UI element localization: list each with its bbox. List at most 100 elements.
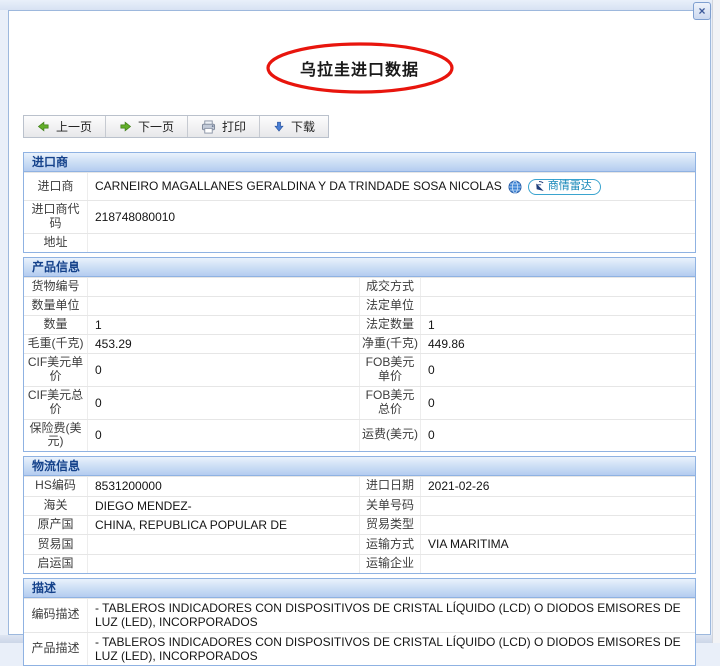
freight-value: 0 bbox=[421, 420, 695, 452]
customs-label: 海关 bbox=[24, 497, 88, 515]
download-label: 下载 bbox=[291, 118, 315, 135]
prev-page-button[interactable]: 上一页 bbox=[24, 116, 106, 137]
legal-unit-label: 法定单位 bbox=[360, 297, 421, 315]
prev-page-label: 上一页 bbox=[56, 118, 92, 135]
insurance-label: 保险费(美元) bbox=[24, 420, 88, 452]
section-description: 描述 编码描述 - TABLEROS INDICADORES CON DISPO… bbox=[23, 578, 696, 666]
cargo-no-label: 货物编号 bbox=[24, 278, 88, 296]
origin-country-value: CHINA, REPUBLICA POPULAR DE bbox=[88, 516, 360, 534]
importer-value: CARNEIRO MAGALLANES GERALDINA Y DA TRIND… bbox=[88, 173, 695, 200]
qty-label: 数量 bbox=[24, 316, 88, 334]
deal-method-label: 成交方式 bbox=[360, 278, 421, 296]
dialog-panel: 乌拉圭进口数据 上一页 下一页 打印 bbox=[8, 10, 711, 635]
section-logistics: 物流信息 HS编码 8531200000 进口日期 2021-02-26 海关 … bbox=[23, 456, 696, 574]
transport-company-value bbox=[421, 555, 695, 573]
cif-unit-price-value: 0 bbox=[88, 354, 360, 386]
net-weight-label: 净重(千克) bbox=[360, 335, 421, 353]
import-date-value: 2021-02-26 bbox=[421, 477, 695, 495]
cargo-no-value bbox=[88, 278, 360, 296]
code-description-value: - TABLEROS INDICADORES CON DISPOSITIVOS … bbox=[88, 599, 695, 632]
globe-icon[interactable] bbox=[508, 180, 522, 194]
printer-icon bbox=[201, 120, 216, 134]
transport-mode-label: 运输方式 bbox=[360, 535, 421, 553]
page-title: 乌拉圭进口数据 bbox=[300, 56, 419, 80]
freight-label: 运费(美元) bbox=[360, 420, 421, 452]
fob-total-price-value: 0 bbox=[421, 387, 695, 419]
table-row: HS编码 8531200000 进口日期 2021-02-26 bbox=[24, 476, 695, 495]
table-row: CIF美元单价 0 FOB美元单价 0 bbox=[24, 353, 695, 386]
table-row: CIF美元总价 0 FOB美元总价 0 bbox=[24, 386, 695, 419]
importer-code-label: 进口商代码 bbox=[24, 201, 88, 233]
fob-unit-price-value: 0 bbox=[421, 354, 695, 386]
legal-unit-value bbox=[421, 297, 695, 315]
address-label: 地址 bbox=[24, 234, 88, 252]
section-importer: 进口商 进口商 CARNEIRO MAGALLANES GERALDINA Y … bbox=[23, 152, 696, 253]
qty-value: 1 bbox=[88, 316, 360, 334]
toolbar: 上一页 下一页 打印 下载 bbox=[23, 115, 329, 138]
radar-cursor-icon bbox=[534, 181, 545, 192]
importer-name-text: CARNEIRO MAGALLANES GERALDINA Y DA TRIND… bbox=[95, 179, 502, 193]
declaration-no-label: 关单号码 bbox=[360, 497, 421, 515]
cif-unit-price-label: CIF美元单价 bbox=[24, 354, 88, 386]
dialog-titlebar bbox=[0, 0, 712, 10]
table-row: 毛重(千克) 453.29 净重(千克) 449.86 bbox=[24, 334, 695, 353]
transport-company-label: 运输企业 bbox=[360, 555, 421, 573]
importer-label: 进口商 bbox=[24, 173, 88, 200]
import-date-label: 进口日期 bbox=[360, 477, 421, 495]
departure-country-label: 启运国 bbox=[24, 555, 88, 573]
green-arrow-left-icon bbox=[37, 120, 50, 133]
vertical-scrollbar[interactable] bbox=[712, 0, 720, 643]
table-row: 数量单位 法定单位 bbox=[24, 296, 695, 315]
qty-unit-value bbox=[88, 297, 360, 315]
green-arrow-right-icon bbox=[119, 120, 132, 133]
print-button[interactable]: 打印 bbox=[188, 116, 260, 137]
transport-mode-value: VIA MARITIMA bbox=[421, 535, 695, 553]
cif-total-price-value: 0 bbox=[88, 387, 360, 419]
radar-badge[interactable]: 商情雷达 bbox=[528, 179, 601, 195]
section-logistics-header: 物流信息 bbox=[24, 457, 695, 476]
address-value bbox=[88, 234, 695, 252]
next-page-label: 下一页 bbox=[138, 118, 174, 135]
blue-arrow-down-icon bbox=[273, 120, 285, 133]
table-row: 编码描述 - TABLEROS INDICADORES CON DISPOSIT… bbox=[24, 598, 695, 632]
hs-code-label: HS编码 bbox=[24, 477, 88, 495]
section-importer-header: 进口商 bbox=[24, 153, 695, 172]
legal-qty-value: 1 bbox=[421, 316, 695, 334]
fob-unit-price-label: FOB美元单价 bbox=[360, 354, 421, 386]
print-label: 打印 bbox=[222, 118, 246, 135]
title-area: 乌拉圭进口数据 bbox=[9, 45, 710, 91]
legal-qty-label: 法定数量 bbox=[360, 316, 421, 334]
hs-code-value: 8531200000 bbox=[88, 477, 360, 495]
download-button[interactable]: 下载 bbox=[260, 116, 328, 137]
trade-type-label: 贸易类型 bbox=[360, 516, 421, 534]
deal-method-value bbox=[421, 278, 695, 296]
trade-country-value bbox=[88, 535, 360, 553]
table-row: 货物编号 成交方式 bbox=[24, 277, 695, 296]
table-row: 启运国 运输企业 bbox=[24, 554, 695, 573]
origin-country-label: 原产国 bbox=[24, 516, 88, 534]
product-description-value: - TABLEROS INDICADORES CON DISPOSITIVOS … bbox=[88, 633, 695, 666]
departure-country-value bbox=[88, 555, 360, 573]
section-description-header: 描述 bbox=[24, 579, 695, 598]
declaration-no-value bbox=[421, 497, 695, 515]
gross-weight-label: 毛重(千克) bbox=[24, 335, 88, 353]
table-row: 保险费(美元) 0 运费(美元) 0 bbox=[24, 419, 695, 452]
cif-total-price-label: CIF美元总价 bbox=[24, 387, 88, 419]
importer-code-value: 218748080010 bbox=[88, 201, 695, 233]
product-description-label: 产品描述 bbox=[24, 633, 88, 666]
table-row: 海关 DIEGO MENDEZ- 关单号码 bbox=[24, 496, 695, 515]
fob-total-price-label: FOB美元总价 bbox=[360, 387, 421, 419]
table-row: 原产国 CHINA, REPUBLICA POPULAR DE 贸易类型 bbox=[24, 515, 695, 534]
insurance-value: 0 bbox=[88, 420, 360, 452]
section-product: 产品信息 货物编号 成交方式 数量单位 法定单位 数量 1 法定数量 1 毛重(… bbox=[23, 257, 696, 453]
table-row: 地址 bbox=[24, 233, 695, 252]
next-page-button[interactable]: 下一页 bbox=[106, 116, 188, 137]
table-row: 进口商 CARNEIRO MAGALLANES GERALDINA Y DA T… bbox=[24, 172, 695, 200]
close-icon[interactable]: × bbox=[693, 2, 711, 20]
radar-badge-label: 商情雷达 bbox=[548, 180, 592, 193]
customs-value: DIEGO MENDEZ- bbox=[88, 497, 360, 515]
gross-weight-value: 453.29 bbox=[88, 335, 360, 353]
qty-unit-label: 数量单位 bbox=[24, 297, 88, 315]
table-row: 数量 1 法定数量 1 bbox=[24, 315, 695, 334]
trade-country-label: 贸易国 bbox=[24, 535, 88, 553]
